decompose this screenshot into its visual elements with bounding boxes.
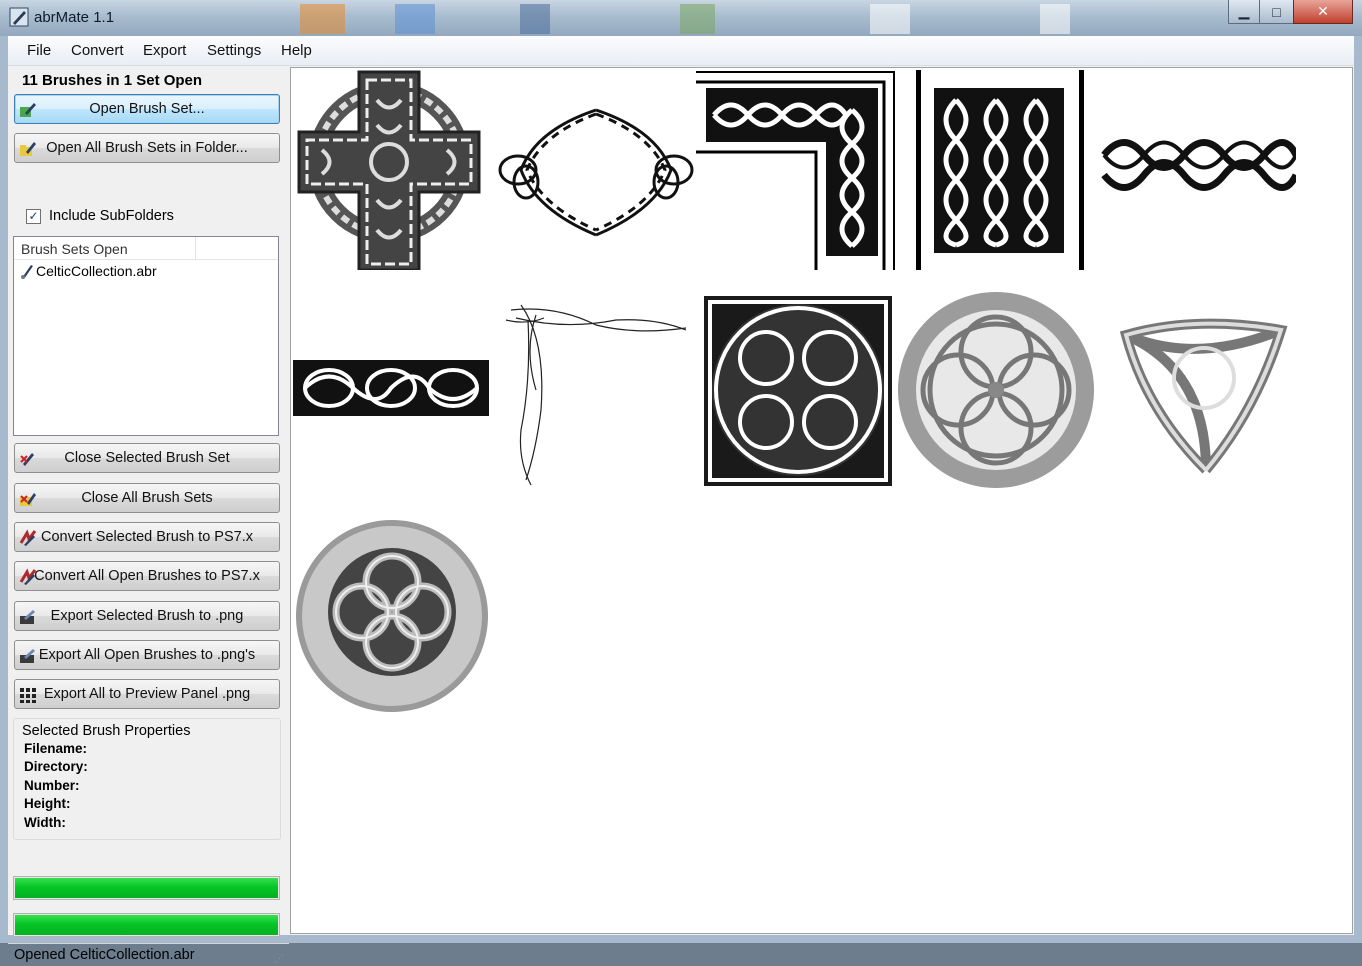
properties-title: Selected Brush Properties bbox=[22, 723, 191, 739]
close-all-brush-sets-button[interactable]: Close All Brush Sets bbox=[14, 483, 280, 513]
open-all-in-folder-label: Open All Brush Sets in Folder... bbox=[46, 140, 248, 156]
width-label: Width: bbox=[24, 815, 66, 830]
window-frame-right bbox=[1354, 36, 1362, 943]
export-preview-panel-label: Export All to Preview Panel .png bbox=[43, 686, 251, 702]
menu-convert[interactable]: Convert bbox=[71, 42, 124, 59]
close-selected-label: Close Selected Brush Set bbox=[64, 450, 230, 466]
stone-ring-medallion-image bbox=[898, 292, 1094, 488]
round-knot-shield-image bbox=[296, 520, 488, 712]
maximize-button[interactable]: □ bbox=[1259, 0, 1294, 24]
include-subfolders-label: Include SubFolders bbox=[49, 208, 174, 224]
brush-set-count: 11 Brushes in 1 Set Open bbox=[22, 72, 203, 89]
grid-icon bbox=[20, 688, 36, 703]
progress-fill-2 bbox=[15, 915, 278, 935]
include-subfolders-row[interactable]: ✓ Include SubFolders bbox=[26, 208, 174, 224]
status-text: Opened CelticCollection.abr bbox=[14, 947, 195, 963]
brush-thumbnail-stone-ring-medallion[interactable] bbox=[896, 290, 1096, 490]
selected-brush-properties: Selected Brush Properties Filename: Dire… bbox=[13, 718, 281, 840]
knot-ring-frame-image bbox=[498, 108, 694, 237]
left-panel: 11 Brushes in 1 Set Open Open Brush Set.… bbox=[8, 66, 289, 963]
menu-bar: File Convert Export Settings Help bbox=[8, 36, 1354, 66]
brush-thumbnail-knot-band-strip[interactable] bbox=[1096, 70, 1296, 270]
minimize-button[interactable]: ▁ bbox=[1228, 0, 1260, 24]
knot-strip-small-image bbox=[293, 360, 489, 416]
convert-all-brushes-button[interactable]: Convert All Open Brushes to PS7.x bbox=[14, 561, 280, 591]
convert-all-label: Convert All Open Brushes to PS7.x bbox=[34, 568, 260, 584]
progress-bar-2 bbox=[13, 913, 280, 937]
convert-selected-label: Convert Selected Brush to PS7.x bbox=[41, 529, 253, 545]
corner-knot-border-image bbox=[696, 71, 895, 270]
brush-file-icon bbox=[21, 265, 33, 279]
corner-flourish-image bbox=[505, 304, 687, 486]
progress-fill-1 bbox=[15, 878, 278, 898]
client-area: File Convert Export Settings Help 11 Bru… bbox=[8, 36, 1354, 963]
brush-thumbnail-corner-knot-border[interactable] bbox=[696, 70, 896, 270]
window-title: abrMate 1.1 bbox=[34, 9, 115, 26]
brush-thumbnail-knot-ring-frame[interactable] bbox=[496, 70, 696, 270]
folder-brush-icon bbox=[20, 142, 36, 156]
export-preview-panel-button[interactable]: Export All to Preview Panel .png bbox=[14, 679, 280, 709]
brush-thumbnail-knot-strip-small[interactable] bbox=[291, 290, 491, 490]
brush-thumbnail-corner-flourish[interactable] bbox=[496, 290, 696, 490]
status-bar: Opened CelticCollection.abr ⋰ bbox=[8, 943, 289, 966]
close-window-button[interactable]: ✕ bbox=[1293, 0, 1353, 24]
brush-thumbnail-round-knot-shield[interactable] bbox=[294, 512, 494, 712]
close-selected-brush-set-button[interactable]: Close Selected Brush Set bbox=[14, 443, 280, 473]
progress-bar-1 bbox=[13, 876, 280, 900]
height-label: Height: bbox=[24, 796, 71, 811]
export-selected-png-label: Export Selected Brush to .png bbox=[50, 608, 244, 624]
close-brush-icon bbox=[20, 453, 34, 466]
number-label: Number: bbox=[24, 778, 80, 793]
title-bar[interactable]: abrMate 1.1 ▁ □ ✕ bbox=[0, 0, 1362, 36]
close-all-label: Close All Brush Sets bbox=[81, 490, 213, 506]
list-item-label: CelticCollection.abr bbox=[36, 263, 157, 279]
brush-thumbnail-triquetra[interactable] bbox=[1096, 290, 1296, 490]
column-divider[interactable] bbox=[195, 237, 196, 259]
menu-export[interactable]: Export bbox=[143, 42, 186, 59]
export-all-png-icon bbox=[20, 649, 35, 663]
include-subfolders-checkbox[interactable]: ✓ bbox=[26, 208, 41, 224]
triquetra-image bbox=[1119, 318, 1288, 474]
convert-all-icon bbox=[19, 568, 37, 585]
export-all-png-button[interactable]: Export All Open Brushes to .png's bbox=[14, 640, 280, 670]
menu-help[interactable]: Help bbox=[281, 42, 312, 59]
celtic-cross-image bbox=[297, 70, 497, 270]
list-header[interactable]: Brush Sets Open bbox=[14, 237, 278, 260]
brush-preview-panel[interactable] bbox=[290, 67, 1353, 934]
resize-grip[interactable]: ⋰ bbox=[275, 953, 285, 963]
knot-panel-image bbox=[916, 70, 1084, 270]
brush-thumbnail-square-knot-medallion[interactable] bbox=[696, 290, 896, 490]
export-selected-png-button[interactable]: Export Selected Brush to .png bbox=[14, 601, 280, 631]
directory-label: Directory: bbox=[24, 759, 88, 774]
open-brush-set-button[interactable]: Open Brush Set... bbox=[14, 94, 280, 124]
export-all-png-label: Export All Open Brushes to .png's bbox=[38, 647, 256, 663]
knot-band-strip-image bbox=[1101, 139, 1296, 191]
app-icon bbox=[9, 7, 29, 27]
filename-label: Filename: bbox=[24, 741, 88, 756]
list-item[interactable]: CelticCollection.abr bbox=[14, 260, 278, 282]
window-frame-left bbox=[0, 36, 8, 943]
square-knot-medallion-image bbox=[704, 296, 892, 486]
open-brush-set-label: Open Brush Set... bbox=[89, 101, 205, 117]
convert-icon bbox=[19, 529, 37, 546]
open-brush-icon bbox=[20, 103, 36, 117]
open-all-in-folder-button[interactable]: Open All Brush Sets in Folder... bbox=[14, 133, 280, 163]
list-column-brush-sets-open[interactable]: Brush Sets Open bbox=[21, 241, 128, 257]
close-all-icon bbox=[20, 493, 36, 506]
convert-selected-brush-button[interactable]: Convert Selected Brush to PS7.x bbox=[14, 522, 280, 552]
brush-thumbnail-knot-panel[interactable] bbox=[896, 70, 1096, 270]
brush-sets-list[interactable]: Brush Sets Open CelticCollection.abr bbox=[13, 236, 279, 436]
menu-file[interactable]: File bbox=[27, 42, 51, 59]
menu-settings[interactable]: Settings bbox=[207, 42, 261, 59]
export-png-icon bbox=[20, 610, 35, 624]
brush-thumbnail-celtic-cross[interactable] bbox=[297, 70, 497, 270]
